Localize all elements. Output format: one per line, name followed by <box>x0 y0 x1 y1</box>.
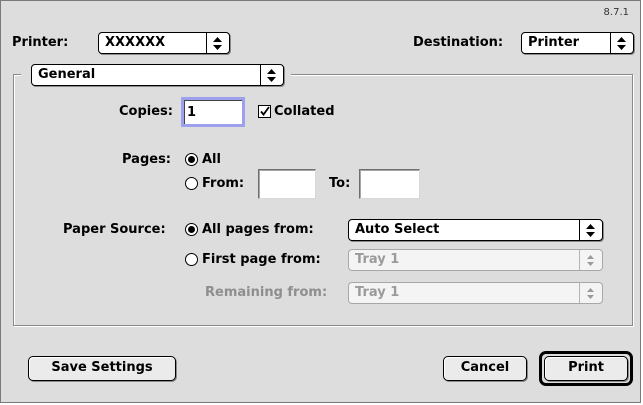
print-dialog: 8.7.1 Printer: XXXXXX Destination: Print… <box>0 0 641 403</box>
save-settings-button[interactable]: Save Settings <box>28 356 176 381</box>
panel-popup[interactable]: General <box>31 64 284 86</box>
panel-popup-value: General <box>38 67 96 82</box>
remaining-from-value: Tray 1 <box>355 285 400 300</box>
collated-label: Collated <box>274 104 335 119</box>
all-pages-from-label: All pages from: <box>202 222 314 237</box>
cancel-button[interactable]: Cancel <box>443 356 527 381</box>
destination-label: Destination: <box>413 35 504 50</box>
printer-label: Printer: <box>12 35 69 50</box>
remaining-from-popup[interactable]: Tray 1 <box>348 282 603 304</box>
copies-label: Copies: <box>119 104 173 119</box>
print-button[interactable]: Print <box>544 356 628 381</box>
all-pages-from-radio[interactable] <box>185 223 198 236</box>
all-pages-from-popup[interactable]: Auto Select <box>348 219 603 241</box>
up-down-arrows-icon <box>206 33 229 53</box>
first-page-from-label: First page from: <box>202 252 321 267</box>
destination-popup-value: Printer <box>528 35 580 50</box>
paper-source-label: Paper Source: <box>63 222 166 237</box>
remaining-from-label: Remaining from: <box>205 285 328 300</box>
pages-from-label: From: <box>202 176 245 191</box>
pages-to-field[interactable] <box>359 169 420 199</box>
printer-popup[interactable]: XXXXXX <box>98 32 230 54</box>
pages-all-label: All <box>202 152 221 167</box>
collated-checkbox[interactable] <box>258 105 271 118</box>
printer-popup-value: XXXXXX <box>105 35 166 50</box>
up-down-arrows-icon <box>579 220 602 240</box>
first-page-from-popup[interactable]: Tray 1 <box>348 249 603 271</box>
up-down-arrows-icon <box>579 250 602 270</box>
up-down-arrows-icon <box>610 33 633 53</box>
checkmark-icon <box>260 106 270 116</box>
first-page-from-value: Tray 1 <box>355 252 400 267</box>
up-down-arrows-icon <box>260 65 283 85</box>
first-page-from-radio[interactable] <box>185 253 198 266</box>
pages-to-label: To: <box>329 176 351 191</box>
pages-from-field[interactable] <box>258 169 316 199</box>
all-pages-from-value: Auto Select <box>355 222 440 237</box>
pages-all-radio[interactable] <box>185 153 198 166</box>
destination-popup[interactable]: Printer <box>521 32 634 54</box>
pages-from-radio[interactable] <box>185 177 198 190</box>
version-label: 8.7.1 <box>603 7 629 18</box>
pages-label: Pages: <box>122 152 172 167</box>
copies-field[interactable] <box>181 97 245 127</box>
up-down-arrows-icon <box>579 283 602 303</box>
